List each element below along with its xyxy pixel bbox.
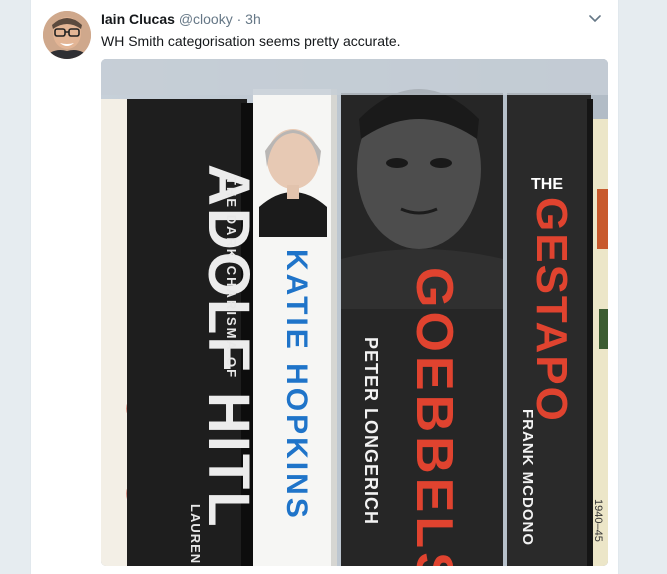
adolf-series: THE DARK CHARISMA OF	[224, 177, 239, 379]
book-gestapo: THE GESTAPO FRANK MCDONO	[507, 93, 593, 566]
book-katie: KATIE HOPKINS	[253, 89, 337, 566]
tweet-timestamp[interactable]: 3h	[245, 11, 261, 27]
tweet-header: Iain Clucas @clooky · 3h	[101, 10, 261, 28]
right-gutter	[619, 0, 667, 574]
tweet-photo[interactable]: OTICE ADOLF HITL THE DARK CHARISMA OF LA…	[101, 59, 608, 566]
chevron-down-icon[interactable]	[586, 10, 604, 28]
adolf-author: LAUREN	[188, 504, 203, 564]
book-right-partial: 1940–45	[592, 119, 608, 566]
tweet-card[interactable]: Iain Clucas @clooky · 3h WH Smith catego…	[30, 0, 619, 574]
tweet-text: WH Smith categorisation seems pretty acc…	[101, 33, 401, 49]
author-handle[interactable]: @clooky	[179, 11, 233, 27]
right-book-years: 1940–45	[592, 499, 604, 542]
goebbels-title: GOEBBELS	[405, 267, 463, 566]
gestapo-the: THE	[531, 176, 563, 193]
separator-dot: ·	[236, 11, 242, 27]
author-name[interactable]: Iain Clucas	[101, 11, 175, 27]
gestapo-title: GESTAPO	[527, 197, 576, 423]
avatar[interactable]	[43, 11, 91, 59]
goebbels-author: PETER LONGERICH	[361, 337, 381, 525]
left-gutter	[0, 0, 30, 574]
gestapo-author: FRANK MCDONO	[519, 409, 536, 546]
book-adolf: ADOLF HITL THE DARK CHARISMA OF LAUREN	[127, 99, 261, 566]
katie-title: KATIE HOPKINS	[280, 249, 313, 521]
book-goebbels: GOEBBELS PETER LONGERICH	[341, 89, 503, 566]
bookshelf-photo: OTICE ADOLF HITL THE DARK CHARISMA OF LA…	[101, 59, 608, 566]
